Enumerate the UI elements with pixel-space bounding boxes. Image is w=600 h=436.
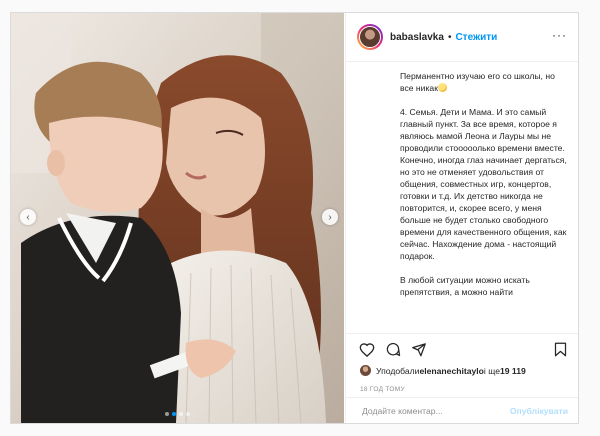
liker-avatar[interactable] <box>360 365 371 376</box>
likes-count-link[interactable]: 19 119 <box>500 366 526 376</box>
grimacing-face-icon <box>437 83 447 92</box>
bookmark-icon[interactable] <box>554 342 567 357</box>
heart-icon[interactable] <box>359 342 375 357</box>
caption-scroll-area[interactable]: Перманентно изучаю его со школы, но все … <box>346 62 578 333</box>
carousel-dot <box>172 412 176 416</box>
more-options-icon[interactable]: ··· <box>552 28 567 42</box>
photo-illustration <box>11 13 344 423</box>
post-header: babaslavka • Стежити ··· <box>346 13 578 62</box>
likes-prefix: Уподобали <box>376 365 420 376</box>
separator-dot: • <box>447 31 452 43</box>
caption-text: Перманентно изучаю его со школы, но все … <box>400 70 570 310</box>
carousel-dot <box>165 412 169 416</box>
carousel-next-button[interactable]: › <box>322 209 338 225</box>
liker-username-link[interactable]: elenanechitaylo <box>419 366 483 376</box>
caption-paragraph-2: 4. Семья. Дети и Мама. И это самый главн… <box>400 107 570 261</box>
caption-paragraph-1-text: Перманентно изучаю его со школы, но все … <box>400 71 558 93</box>
post-timestamp[interactable]: 18 год тому <box>360 386 405 393</box>
avatar-story-ring[interactable] <box>357 24 383 50</box>
follow-button[interactable]: Стежити <box>455 32 497 43</box>
action-bar <box>346 333 578 364</box>
likes-suffix: і ще <box>483 365 500 376</box>
chevron-left-icon: ‹ <box>26 211 30 223</box>
carousel-indicator <box>11 412 344 416</box>
comment-icon[interactable] <box>385 342 401 357</box>
caption-paragraph-3: В любой ситуации можно искать препятстви… <box>400 275 533 297</box>
likes-summary: Уподобали elenanechitaylo і ще 19 119 <box>360 365 526 376</box>
carousel-dot <box>186 412 190 416</box>
carousel-prev-button[interactable]: ‹ <box>20 209 36 225</box>
post-photo[interactable]: ‹ › <box>11 13 344 423</box>
chevron-right-icon: › <box>328 211 332 223</box>
post-card: ‹ › babaslavka • Стежити ··· Перманентно… <box>10 12 579 424</box>
carousel-dot <box>179 412 183 416</box>
comment-bar: Опублікувати <box>346 397 578 423</box>
post-sidebar: babaslavka • Стежити ··· Перманентно изу… <box>345 13 578 423</box>
caption-paragraph-1: Перманентно изучаю его со школы, но все … <box>400 70 570 94</box>
username-link[interactable]: babaslavka <box>390 32 444 43</box>
share-icon[interactable] <box>411 342 427 357</box>
avatar <box>359 26 381 48</box>
publish-comment-button[interactable]: Опублікувати <box>510 406 568 416</box>
comment-input[interactable] <box>360 405 514 417</box>
